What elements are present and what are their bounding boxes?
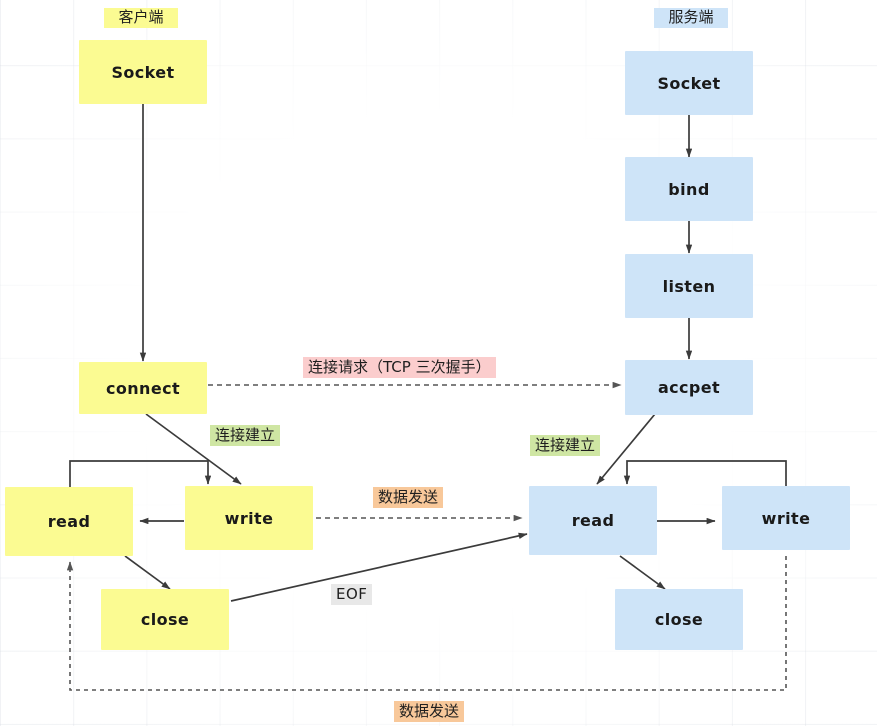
header-server: 服务端 [654,8,728,28]
node-server-listen[interactable]: listen [625,254,753,318]
node-server-socket[interactable]: Socket [625,51,753,115]
node-client-connect[interactable]: connect [79,362,207,414]
label-handshake: 连接请求（TCP 三次握手） [303,357,496,378]
edge-accept-to-server-read [596,413,656,485]
label-data-send-bottom: 数据发送 [394,701,465,722]
edge-client-read-to-close [124,555,171,590]
label-connection-established-client: 连接建立 [210,425,281,446]
node-client-socket[interactable]: Socket [79,40,207,104]
node-client-read[interactable]: read [5,487,133,556]
header-client: 客户端 [104,8,178,28]
label-data-send-top: 数据发送 [373,487,444,508]
node-server-close[interactable]: close [615,589,743,650]
label-eof: EOF [331,584,373,605]
diagram-canvas: 客户端 Socket connect read write close 服务端 … [0,0,877,726]
node-client-write[interactable]: write [185,486,313,550]
edge-server-write-loop-to-read [623,460,787,487]
node-server-bind[interactable]: bind [625,157,753,221]
node-server-write[interactable]: write [722,486,850,550]
edge-client-read-loop-to-write [69,460,212,487]
node-server-read[interactable]: read [529,486,657,555]
edge-server-read-to-close [619,555,666,590]
label-connection-established-server: 连接建立 [530,435,601,456]
node-client-close[interactable]: close [101,589,229,650]
node-server-accept[interactable]: accpet [625,360,753,415]
